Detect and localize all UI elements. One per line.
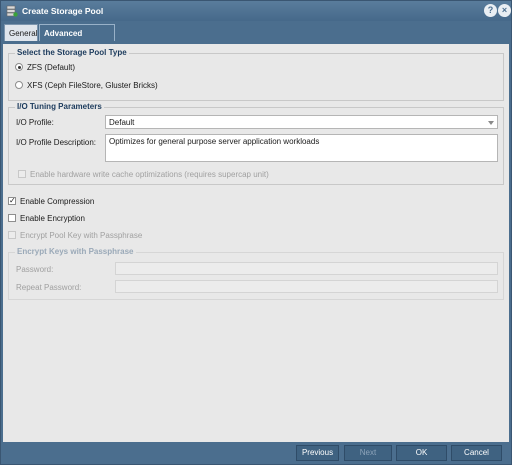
io-profile-description-value: Optimizes for general purpose server app… (109, 137, 320, 146)
help-icon[interactable]: ? (484, 4, 497, 17)
ok-button[interactable]: OK (396, 445, 447, 461)
io-profile-description-label: I/O Profile Description: (16, 138, 97, 147)
previous-button[interactable]: Previous (296, 445, 339, 461)
enable-encryption-label[interactable]: Enable Encryption (20, 214, 85, 223)
xfs-radio[interactable] (15, 81, 23, 89)
close-icon[interactable]: × (498, 4, 511, 17)
pool-type-legend: Select the Storage Pool Type (15, 48, 129, 57)
title-bar[interactable]: Create Storage Pool ? × (1, 1, 511, 21)
hardware-cache-checkbox[interactable] (18, 170, 26, 178)
io-profile-label: I/O Profile: (16, 118, 54, 127)
enable-compression-label[interactable]: Enable Compression (20, 197, 94, 206)
dialog-title: Create Storage Pool (22, 6, 104, 16)
encrypt-pool-key-checkbox[interactable] (8, 231, 16, 239)
pool-type-group: Select the Storage Pool Type ZFS (Defaul… (8, 48, 504, 101)
zfs-radio-label[interactable]: ZFS (Default) (27, 63, 75, 72)
hardware-cache-label: Enable hardware write cache optimization… (30, 170, 269, 179)
io-profile-value: Default (109, 118, 135, 127)
chevron-down-icon[interactable] (488, 121, 494, 125)
xfs-radio-label[interactable]: XFS (Ceph FileStore, Gluster Bricks) (27, 81, 158, 90)
enable-compression-checkbox[interactable]: ✓ (8, 197, 16, 205)
encrypt-pool-key-label: Encrypt Pool Key with Passphrase (20, 231, 143, 240)
repeat-password-field[interactable] (115, 280, 498, 293)
io-profile-description-field[interactable]: Optimizes for general purpose server app… (105, 134, 498, 162)
create-storage-pool-dialog: Create Storage Pool ? × General Advanced… (0, 0, 512, 465)
tab-bar: General Advanced Settings (3, 21, 509, 56)
io-tuning-legend: I/O Tuning Parameters (15, 102, 104, 111)
io-profile-select[interactable]: Default (105, 115, 498, 129)
next-button[interactable]: Next (344, 445, 392, 461)
encrypt-keys-group: Encrypt Keys with Passphrase Password: R… (8, 247, 504, 300)
enable-encryption-checkbox[interactable] (8, 214, 16, 222)
tab-advanced-settings[interactable]: Advanced Settings (39, 24, 115, 56)
repeat-password-label: Repeat Password: (16, 283, 82, 292)
advanced-settings-panel: Select the Storage Pool Type ZFS (Defaul… (3, 44, 509, 442)
io-tuning-group: I/O Tuning Parameters I/O Profile: Defau… (8, 102, 504, 185)
zfs-radio[interactable] (15, 63, 23, 71)
cancel-button[interactable]: Cancel (451, 445, 502, 461)
password-field[interactable] (115, 262, 498, 275)
storage-pool-icon (6, 5, 18, 17)
password-label: Password: (16, 265, 54, 274)
tab-general[interactable]: General (4, 24, 38, 42)
dialog-footer: Previous Next OK Cancel (1, 442, 511, 464)
encrypt-keys-legend: Encrypt Keys with Passphrase (15, 247, 136, 256)
